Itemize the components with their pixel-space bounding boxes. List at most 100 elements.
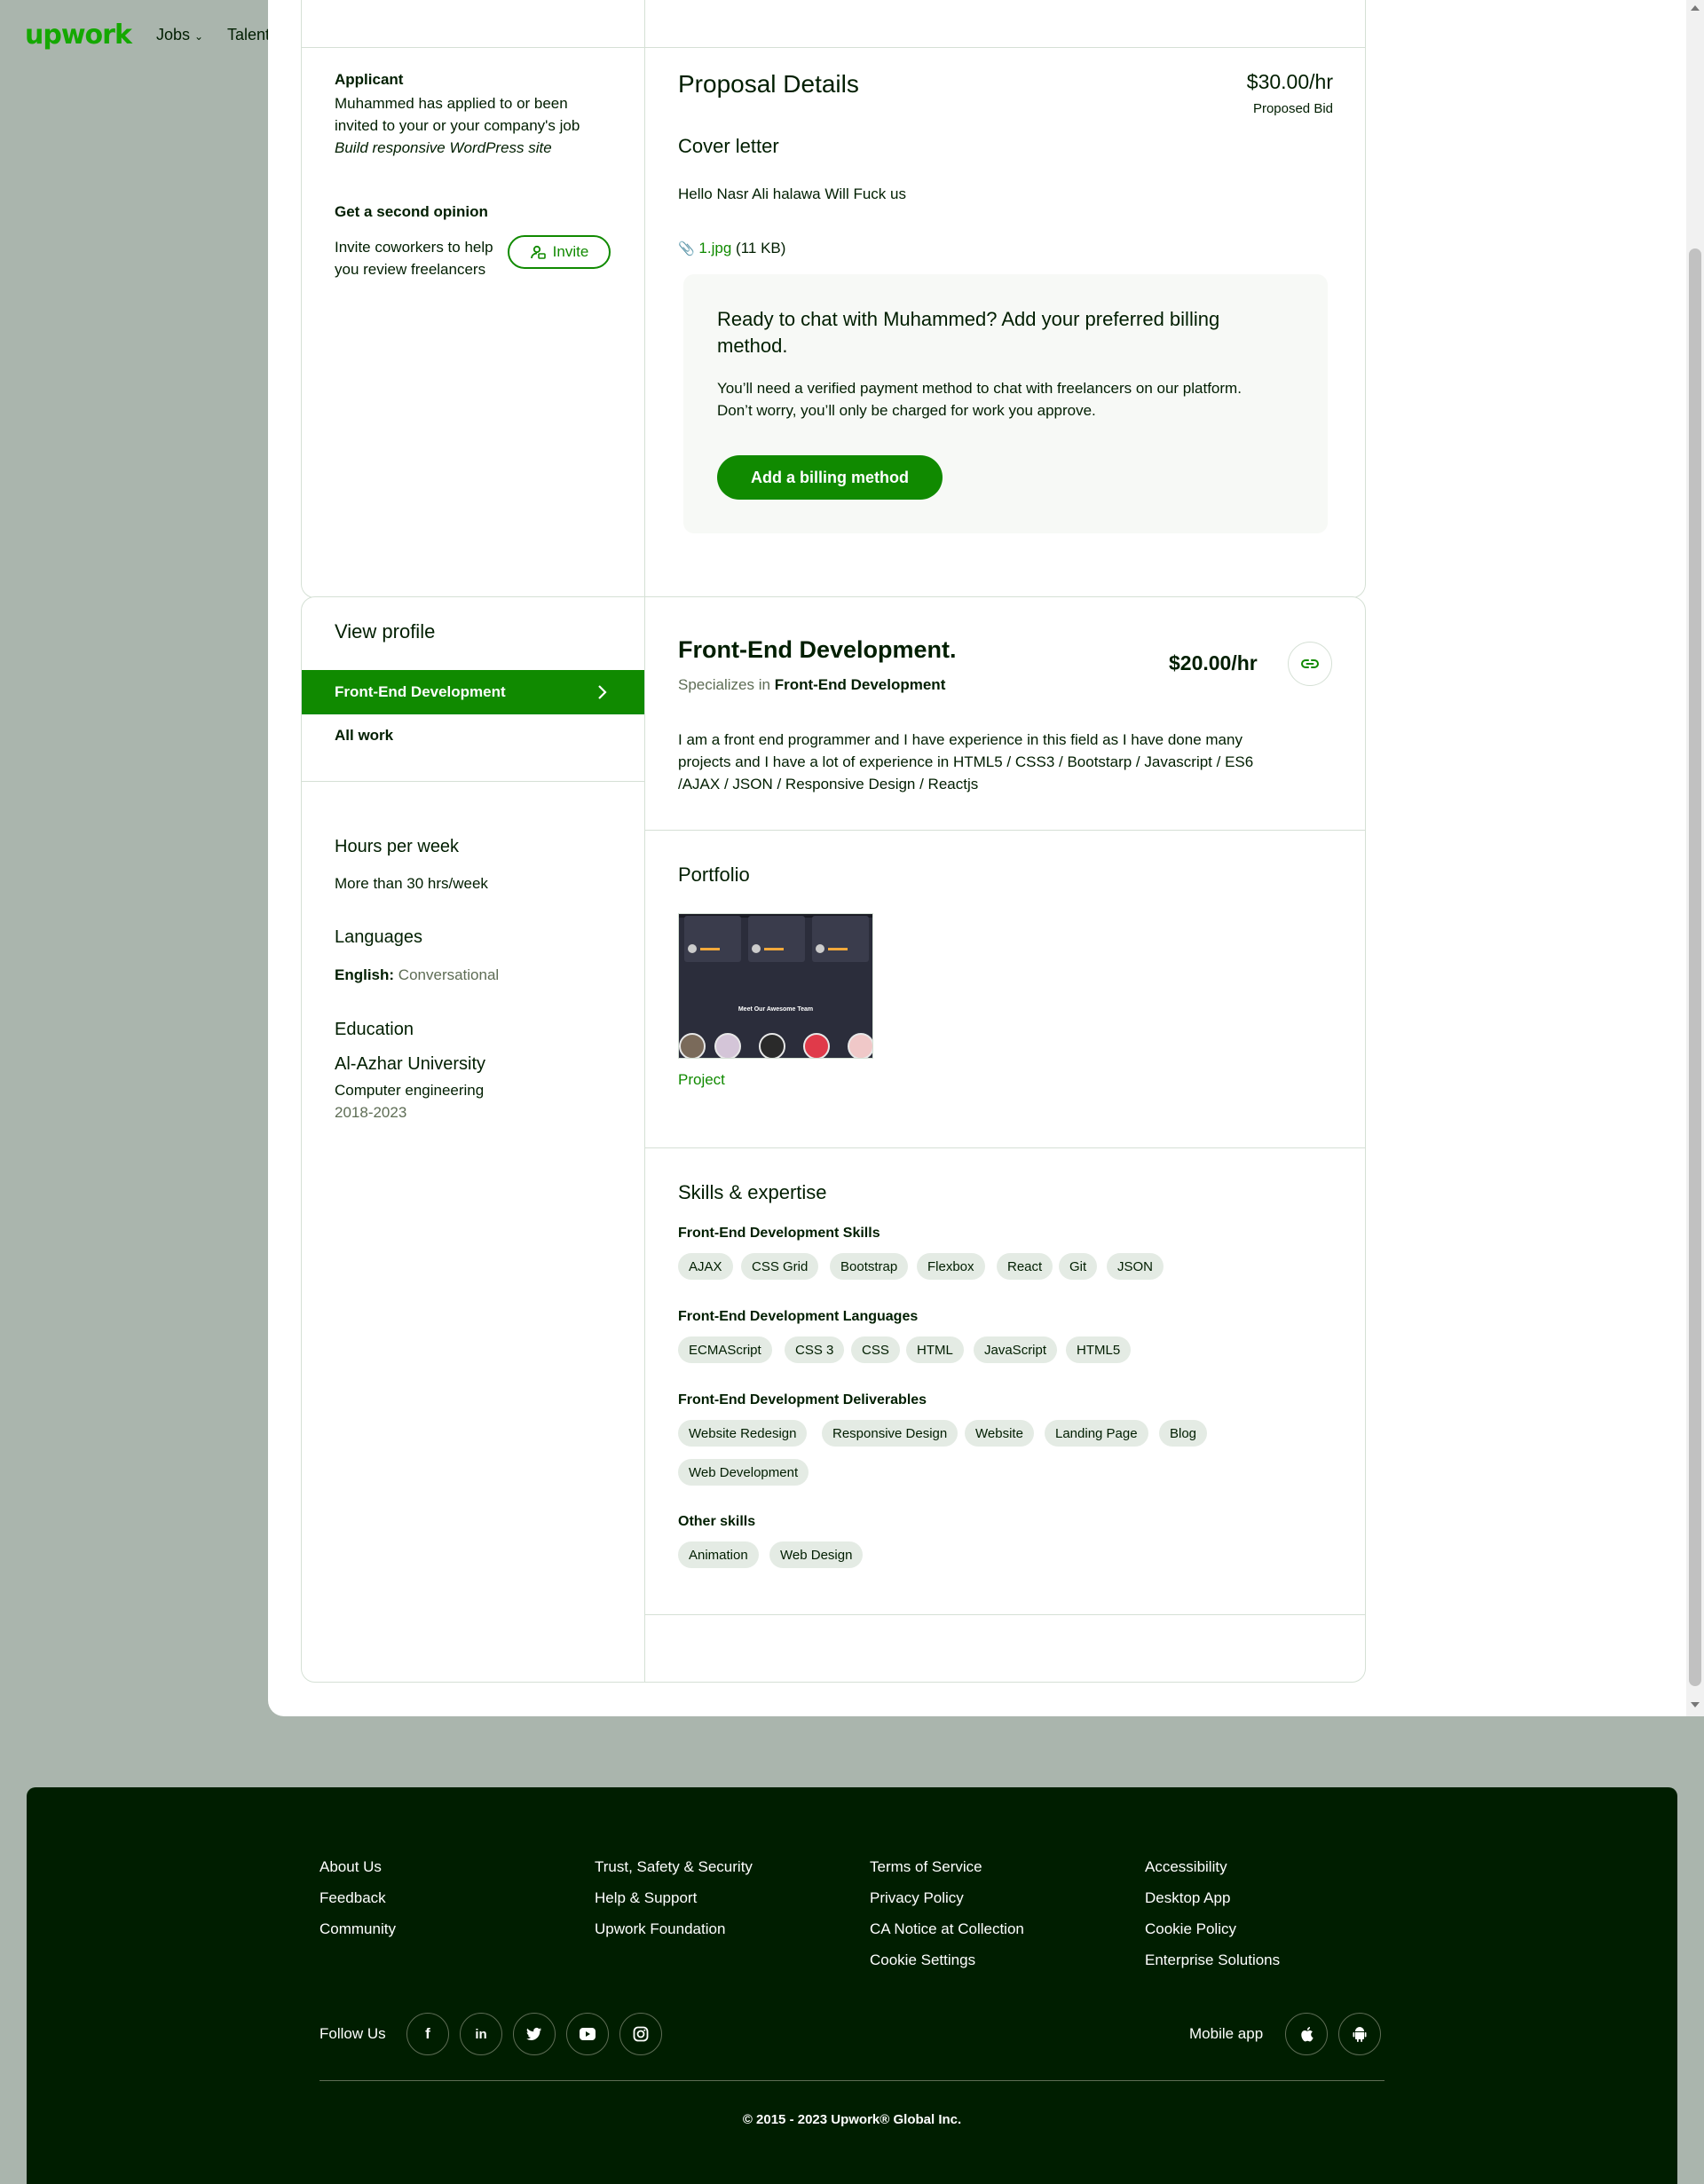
proposed-bid-caption: Proposed Bid (1252, 101, 1333, 116)
thumbnail-card (684, 916, 741, 962)
skill-chip[interactable]: Landing Page (1045, 1420, 1148, 1447)
second-opinion-text-line1: Invite coworkers to help (335, 239, 493, 256)
scroll-down-arrow-icon[interactable] (1691, 1702, 1700, 1707)
footer-link[interactable]: Cookie Settings (870, 1951, 975, 1969)
footer-link[interactable]: Enterprise Solutions (1145, 1951, 1280, 1969)
proposal-card: Applicant Muhammed has applied to or bee… (301, 0, 1366, 598)
upwork-logo[interactable]: upwork (25, 20, 132, 51)
hours-per-week-value: More than 30 hrs/week (335, 875, 488, 892)
twitter-bird-glyph (526, 2027, 541, 2040)
attachment[interactable]: 📎 1.jpg (11 KB) (678, 237, 785, 260)
footer-link[interactable]: CA Notice at Collection (870, 1920, 1024, 1938)
skill-chip[interactable]: Web Development (678, 1459, 809, 1486)
team-photo (714, 1033, 741, 1058)
invite-button[interactable]: Invite (508, 235, 611, 269)
scroll-up-arrow-icon[interactable] (1691, 5, 1700, 11)
android-icon[interactable] (1338, 2013, 1381, 2055)
footer-link[interactable]: Help & Support (595, 1889, 697, 1907)
nav-talent[interactable]: Talent (227, 26, 270, 44)
skill-chip[interactable]: JSON (1107, 1253, 1164, 1280)
footer-link[interactable]: Trust, Safety & Security (595, 1858, 753, 1876)
paperclip-icon: 📎 (678, 241, 695, 256)
scrollbar-thumb[interactable] (1689, 248, 1701, 1686)
skill-chip[interactable]: Web Design (769, 1541, 864, 1568)
skills-group-title: Front-End Development Deliverables (678, 1392, 927, 1407)
portfolio-thumbnail[interactable]: Meet Our Awesome Team (678, 913, 873, 1059)
nav-jobs[interactable]: Jobs ⌄ (156, 26, 203, 44)
hours-per-week-title: Hours per week (335, 837, 460, 856)
twitter-icon[interactable] (513, 2013, 556, 2055)
column-divider (644, 597, 645, 1682)
footer-link[interactable]: Feedback (320, 1889, 386, 1907)
language-level: Conversational (398, 966, 500, 983)
profile-card: View profile Front-End Development All w… (301, 596, 1366, 1683)
modal-scrollbar[interactable] (1686, 0, 1704, 1716)
footer-link[interactable]: Cookie Policy (1145, 1920, 1236, 1938)
attachment-name[interactable]: 1.jpg (698, 240, 731, 256)
skill-chip[interactable]: Git (1059, 1253, 1098, 1280)
team-photo (679, 1033, 706, 1058)
follow-us-label: Follow Us (320, 2025, 386, 2042)
add-billing-method-button[interactable]: Add a billing method (717, 455, 943, 500)
profile-rate: $20.00/hr (1169, 651, 1258, 674)
sidebar-item-all-work[interactable]: All work (335, 727, 393, 745)
thumbnail-card (812, 916, 869, 962)
cover-letter-title: Cover letter (678, 135, 779, 157)
footer-link[interactable]: Desktop App (1145, 1889, 1230, 1907)
skill-chip[interactable]: Bootstrap (830, 1253, 909, 1280)
portfolio-title: Portfolio (678, 863, 750, 886)
language-entry: English: Conversational (335, 964, 499, 986)
portfolio-project-link[interactable]: Project (678, 1071, 725, 1089)
instagram-icon[interactable] (619, 2013, 662, 2055)
footer-link[interactable]: Accessibility (1145, 1858, 1227, 1876)
education-school: Al-Azhar University (335, 1054, 486, 1074)
thumbnail-card (748, 916, 805, 962)
footer-link[interactable]: About Us (320, 1858, 382, 1876)
view-profile-title: View profile (335, 620, 436, 643)
footer-link[interactable]: Community (320, 1920, 396, 1938)
skill-chip[interactable]: HTML (906, 1336, 964, 1363)
footer-link[interactable]: Terms of Service (870, 1858, 982, 1876)
skill-chip[interactable]: JavaScript (974, 1336, 1058, 1363)
copy-link-button[interactable] (1288, 642, 1332, 686)
skill-chip[interactable]: Website (965, 1420, 1034, 1447)
skill-chip[interactable]: Blog (1159, 1420, 1208, 1447)
skills-group-title: Other skills (678, 1514, 756, 1529)
language-name: English: (335, 966, 395, 983)
profile-bio-line2: projects and I have a lot of experience … (678, 753, 1254, 770)
linkedin-icon[interactable]: in (460, 2013, 502, 2055)
second-opinion-text-line2: you review freelancers (335, 261, 486, 278)
languages-title: Languages (335, 927, 422, 947)
facebook-icon[interactable]: f (406, 2013, 449, 2055)
footer-link[interactable]: Upwork Foundation (595, 1920, 725, 1938)
skill-chip[interactable]: CSS 3 (785, 1336, 845, 1363)
divider (302, 47, 1365, 48)
nav-jobs-label: Jobs (156, 26, 191, 43)
attachment-size: (11 KB) (736, 240, 786, 256)
youtube-icon[interactable] (566, 2013, 609, 2055)
add-user-icon (530, 245, 546, 259)
skill-chip[interactable]: ECMAScript (678, 1336, 772, 1363)
team-photo (848, 1033, 872, 1058)
education-degree: Computer engineering (335, 1082, 485, 1099)
skill-chip[interactable]: CSS Grid (741, 1253, 819, 1280)
team-photo (759, 1033, 785, 1058)
skill-chip[interactable]: Responsive Design (822, 1420, 958, 1447)
applicant-job-link[interactable]: Build responsive WordPress site (335, 137, 552, 159)
applicant-text-line2: invited to your or your company's job (335, 117, 580, 134)
skill-chip[interactable]: Flexbox (917, 1253, 985, 1280)
skill-chip[interactable]: Animation (678, 1541, 759, 1568)
skill-chip[interactable]: Website Redesign (678, 1420, 808, 1447)
skill-chip[interactable]: CSS (851, 1336, 900, 1363)
billing-text-line2: Don’t worry, you’ll only be charged for … (717, 402, 1096, 419)
skill-chip[interactable]: React (997, 1253, 1053, 1280)
applicant-text-line1: Muhammed has applied to or been (335, 95, 568, 112)
specializes-prefix: Specializes in (678, 676, 770, 693)
skill-chip[interactable]: HTML5 (1066, 1336, 1132, 1363)
apple-glyph (1301, 2027, 1314, 2042)
skill-chip[interactable]: AJAX (678, 1253, 733, 1280)
apple-icon[interactable] (1285, 2013, 1328, 2055)
footer-link[interactable]: Privacy Policy (870, 1889, 964, 1907)
profile-bio-line1: I am a front end programmer and I have e… (678, 731, 1242, 748)
sidebar-item-front-end-development[interactable]: Front-End Development (302, 670, 644, 714)
